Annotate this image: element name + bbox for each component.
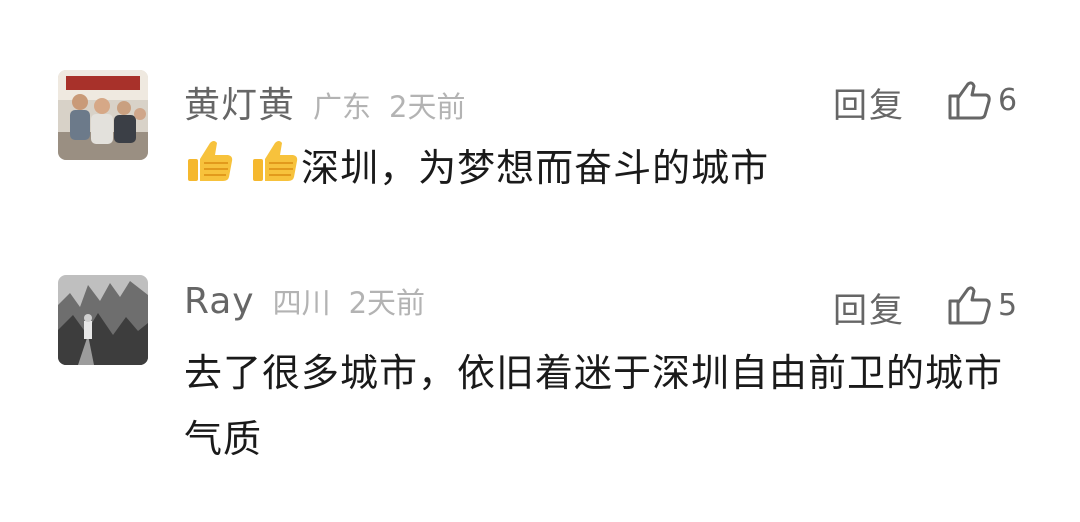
like-count: 5 (998, 287, 1018, 323)
comment-text: 去了很多城市，依旧着迷于深圳自由前卫的城市气质 (184, 340, 1014, 472)
thumbs-up-icon (184, 137, 234, 205)
author-region: 四川 (272, 286, 331, 320)
comment-meta: Ray 四川 2天前 (184, 280, 425, 330)
like-button[interactable]: 5 (948, 285, 1017, 325)
comment-meta: 黄灯黄 广东 2天前 (184, 76, 465, 126)
like-button[interactable]: 6 (948, 80, 1017, 120)
author-region: 广东 (313, 90, 372, 124)
reply-button[interactable]: 回复 (833, 283, 905, 332)
avatar[interactable] (58, 275, 148, 365)
thumbs-up-outline-icon (948, 80, 992, 120)
comment-text: 深圳，为梦想而奋斗的城市 (184, 135, 1014, 205)
reply-button[interactable]: 回复 (833, 78, 905, 127)
thumbs-up-outline-icon (948, 285, 992, 325)
like-count: 6 (998, 82, 1018, 118)
thumbs-up-icon (249, 137, 299, 205)
comment-body: 去了很多城市，依旧着迷于深圳自由前卫的城市气质 (184, 351, 1004, 461)
comment-time: 2天前 (389, 90, 466, 124)
comment-body: 深圳，为梦想而奋斗的城市 (301, 146, 770, 190)
comment-time: 2天前 (348, 286, 426, 320)
author-name[interactable]: 黄灯黄 (184, 76, 295, 128)
author-name[interactable]: Ray (184, 281, 255, 322)
avatar[interactable] (58, 70, 148, 160)
